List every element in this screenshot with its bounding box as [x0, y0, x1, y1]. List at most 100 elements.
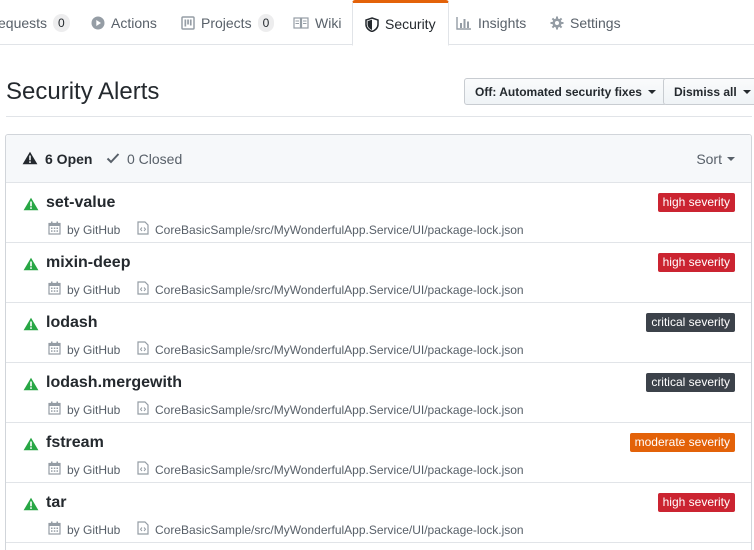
caret-down-icon	[647, 89, 656, 94]
closed-count: 0 Closed	[127, 151, 183, 167]
open-count: 6 Open	[45, 151, 93, 167]
file-code-icon	[137, 221, 149, 238]
alert-icon	[23, 257, 39, 274]
alert-manifest: CoreBasicSample/src/MyWonderfulApp.Servi…	[137, 401, 524, 418]
alert-manifest: CoreBasicSample/src/MyWonderfulApp.Servi…	[137, 461, 524, 478]
severity-badge: high severity	[657, 493, 735, 512]
alert-package-link[interactable]: fstream	[46, 434, 104, 452]
alert-source: by GitHub	[48, 221, 120, 238]
tab-actions[interactable]: Actions	[91, 0, 157, 45]
file-code-icon	[137, 521, 149, 538]
alert-icon	[23, 497, 39, 514]
alert-author: by GitHub	[67, 402, 121, 417]
play-icon	[91, 16, 105, 30]
manifest-path-link[interactable]: CoreBasicSample/src/MyWonderfulApp.Servi…	[155, 463, 524, 477]
calendar-icon	[48, 341, 61, 358]
caret-down-icon	[742, 89, 751, 94]
alert-package-link[interactable]: lodash.mergewith	[46, 374, 182, 392]
book-icon	[293, 16, 309, 30]
calendar-icon	[48, 221, 61, 238]
alert-package-link[interactable]: set-value	[46, 194, 115, 212]
alert-icon	[23, 377, 39, 394]
alert-row[interactable]: mixin-deep high severity by GitHub CoreB…	[6, 243, 751, 303]
alert-author: by GitHub	[67, 462, 121, 477]
alert-package-link[interactable]: lodash	[46, 314, 98, 332]
alert-author: by GitHub	[67, 222, 121, 237]
alert-row[interactable]: tar high severity by GitHub CoreBasicSam…	[6, 483, 751, 543]
manifest-path-link[interactable]: CoreBasicSample/src/MyWonderfulApp.Servi…	[155, 523, 524, 537]
severity-badge: high severity	[657, 253, 735, 272]
graph-icon	[456, 16, 472, 30]
alert-package-link[interactable]: mixin-deep	[46, 254, 130, 272]
dismiss-all-label: Dismiss all	[674, 84, 737, 99]
alert-author: by GitHub	[67, 342, 121, 357]
check-icon	[106, 151, 120, 167]
alert-icon	[23, 437, 39, 454]
sort-dropdown[interactable]: Sort	[696, 135, 735, 183]
alert-icon	[23, 317, 39, 334]
file-code-icon	[137, 341, 149, 358]
closed-filter[interactable]: 0 Closed	[106, 135, 182, 183]
file-code-icon	[137, 461, 149, 478]
alert-row[interactable]: set-value high severity by GitHub CoreBa…	[6, 183, 751, 243]
alert-manifest: CoreBasicSample/src/MyWonderfulApp.Servi…	[137, 521, 524, 538]
manifest-path-link[interactable]: CoreBasicSample/src/MyWonderfulApp.Servi…	[155, 223, 524, 237]
sort-label: Sort	[696, 151, 722, 167]
tab-security[interactable]: Security	[352, 0, 449, 46]
repo-nav-tabs: equests 0 Actions Projects 0 Wiki Securi…	[0, 0, 754, 46]
alert-manifest: CoreBasicSample/src/MyWonderfulApp.Servi…	[137, 221, 524, 238]
calendar-icon	[48, 281, 61, 298]
tab-projects[interactable]: Projects 0	[181, 0, 275, 45]
manifest-path-link[interactable]: CoreBasicSample/src/MyWonderfulApp.Servi…	[155, 343, 524, 357]
tab-wiki[interactable]: Wiki	[293, 0, 341, 45]
automated-fixes-label: Off: Automated security fixes	[475, 84, 642, 99]
calendar-icon	[48, 401, 61, 418]
tab-settings[interactable]: Settings	[550, 0, 621, 45]
alert-source: by GitHub	[48, 401, 120, 418]
alert-source: by GitHub	[48, 461, 120, 478]
alert-manifest: CoreBasicSample/src/MyWonderfulApp.Servi…	[137, 341, 524, 358]
severity-badge: moderate severity	[629, 433, 735, 452]
automated-fixes-dropdown[interactable]: Off: Automated security fixes	[464, 78, 667, 105]
alert-row[interactable]: lodash.mergewith critical severity by Gi…	[6, 363, 751, 423]
calendar-icon	[48, 461, 61, 478]
tab-label: Projects	[201, 14, 252, 31]
tab-label: Settings	[570, 14, 621, 31]
tab-label: Wiki	[315, 14, 342, 31]
alert-icon	[22, 151, 38, 168]
open-filter[interactable]: 6 Open	[22, 135, 92, 183]
alert-row[interactable]: fstream moderate severity by GitHub Core…	[6, 423, 751, 483]
tab-counter: 0	[53, 13, 70, 32]
alert-manifest: CoreBasicSample/src/MyWonderfulApp.Servi…	[137, 281, 524, 298]
alert-author: by GitHub	[67, 282, 121, 297]
file-code-icon	[137, 281, 149, 298]
manifest-path-link[interactable]: CoreBasicSample/src/MyWonderfulApp.Servi…	[155, 283, 524, 297]
alert-source: by GitHub	[48, 281, 120, 298]
severity-badge: critical severity	[646, 373, 735, 392]
caret-down-icon	[727, 157, 735, 161]
gear-icon	[550, 16, 564, 30]
manifest-path-link[interactable]: CoreBasicSample/src/MyWonderfulApp.Servi…	[155, 403, 524, 417]
header-divider	[6, 116, 752, 117]
alerts-list-header: 6 Open 0 Closed Sort	[6, 135, 751, 183]
alert-source: by GitHub	[48, 341, 120, 358]
tab-label: Insights	[478, 14, 527, 31]
alert-package-link[interactable]: tar	[46, 494, 66, 512]
tab-insights[interactable]: Insights	[456, 0, 526, 45]
alert-source: by GitHub	[48, 521, 120, 538]
alert-row[interactable]: lodash critical severity by GitHub CoreB…	[6, 303, 751, 363]
tab-counter: 0	[257, 13, 275, 32]
alert-icon	[23, 197, 39, 214]
tab-label: equests	[0, 14, 48, 31]
severity-badge: high severity	[657, 193, 735, 212]
dismiss-all-dropdown[interactable]: Dismiss all	[663, 78, 754, 105]
project-icon	[181, 15, 195, 30]
alerts-list: 6 Open 0 Closed Sort set-value high seve…	[5, 134, 752, 550]
alert-author: by GitHub	[67, 522, 121, 537]
tab-pull-requests[interactable]: equests 0	[0, 0, 70, 45]
page-title: Security Alerts	[6, 78, 160, 105]
tab-label: Security	[385, 16, 436, 32]
shield-icon	[365, 16, 379, 32]
severity-badge: critical severity	[646, 313, 735, 332]
file-code-icon	[137, 401, 149, 418]
